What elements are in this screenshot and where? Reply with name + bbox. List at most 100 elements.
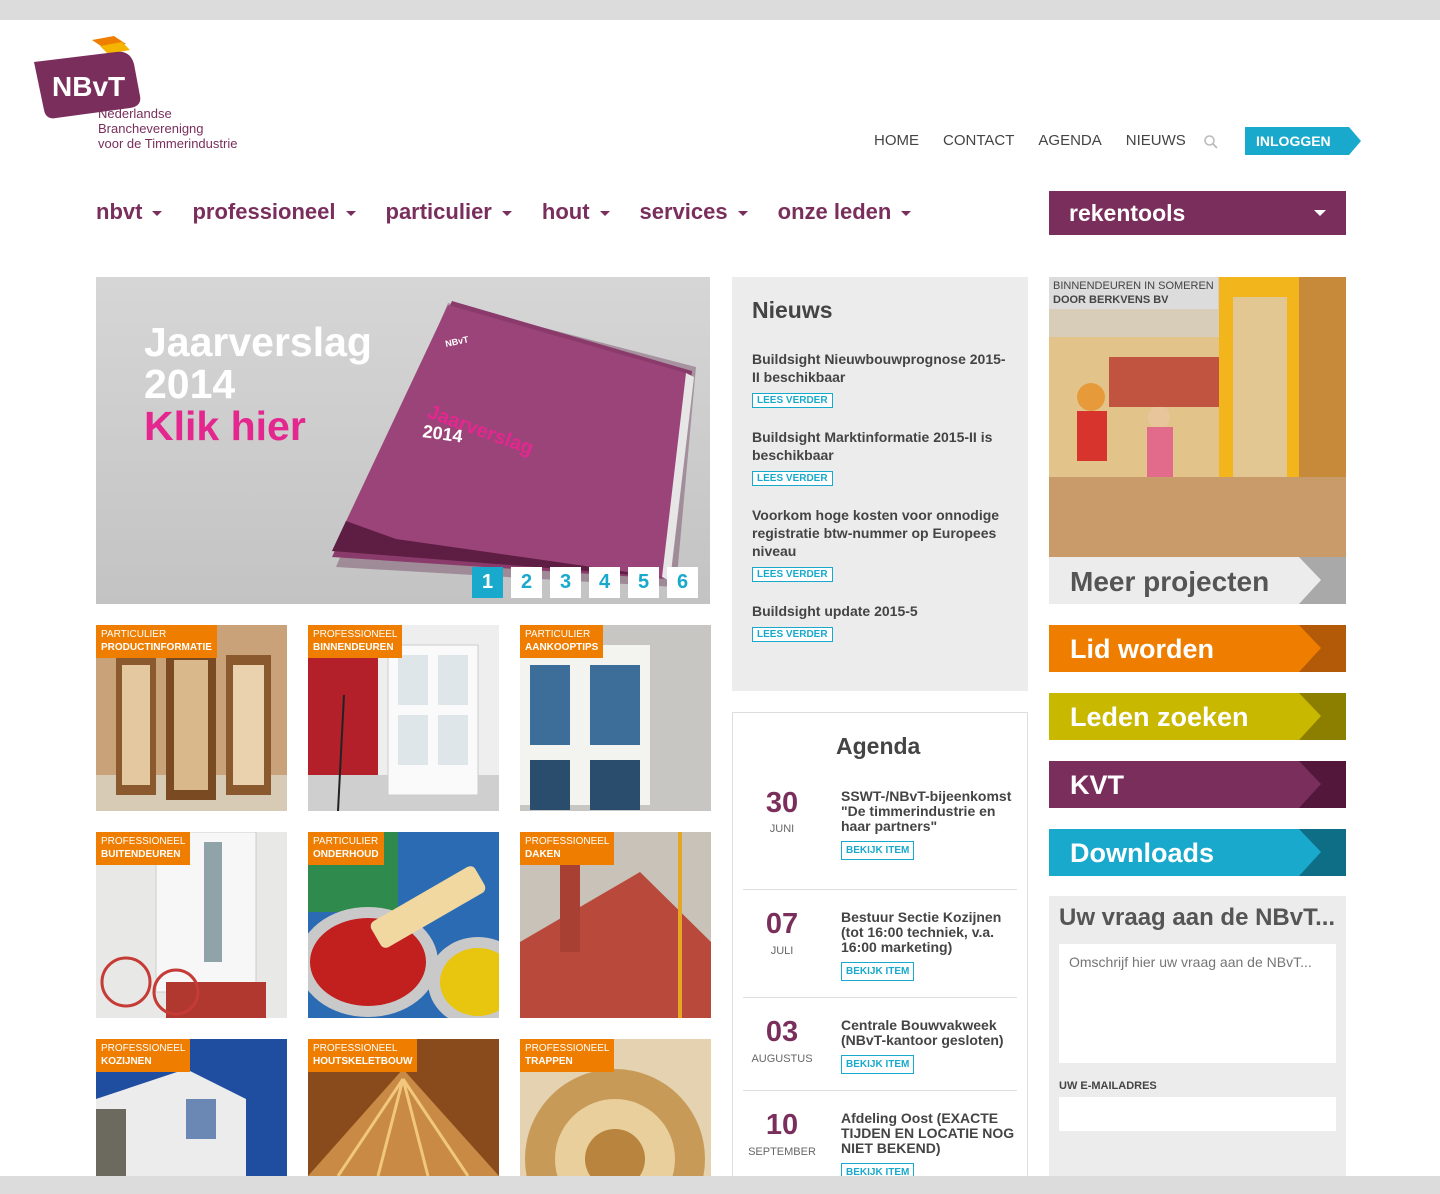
agenda-day: 03 [765, 1016, 799, 1048]
agenda-month: AUGUSTUS [751, 1053, 813, 1065]
kvt-label: KVT [1070, 770, 1124, 800]
question-heading: Uw vraag aan de NBvT... [1059, 904, 1336, 931]
tile-onderhoud[interactable]: PARTICULIER ONDERHOUD [308, 832, 499, 1018]
agenda-day: 10 [765, 1109, 799, 1141]
caret-down-icon [501, 211, 512, 216]
logo-tagline: Nederlandse Brancheverenigng voor de Tim… [98, 106, 237, 151]
slider-page-1[interactable]: 1 [472, 567, 503, 598]
agenda-item: 03 AUGUSTUS Centrale Bouwvakweek (NBvT-k… [743, 998, 1017, 1091]
tile-houtskeletbouw[interactable]: PROFESSIONEEL HOUTSKELETBOUW [308, 1039, 499, 1176]
email-field[interactable] [1059, 1097, 1336, 1131]
downloads-label: Downloads [1070, 838, 1215, 868]
tile-tag: PROFESSIONEEL KOZIJNEN [96, 1039, 191, 1072]
agenda-content: Centrale Bouwvakweek (NBvT-kantoor geslo… [841, 1018, 1021, 1074]
tile-buitendeuren[interactable]: PROFESSIONEEL BUITENDEUREN [96, 832, 287, 1018]
read-more-button[interactable]: LEES VERDER [752, 567, 833, 582]
tile-trappen[interactable]: PROFESSIONEEL TRAPPEN [520, 1039, 711, 1176]
tile-category: PARTICULIER [525, 629, 591, 640]
tile-binnendeuren[interactable]: PROFESSIONEEL BINNENDEUREN [308, 625, 499, 811]
agenda-title[interactable]: Centrale Bouwvakweek (NBvT-kantoor geslo… [841, 1018, 1021, 1048]
tile-category: PROFESSIONEEL [525, 836, 610, 847]
tile-title: HOUTSKELETBOUW [313, 1056, 413, 1067]
rekentools-dropdown[interactable]: rekentools [1049, 191, 1346, 235]
agenda-item: 30 JUNI SSWT-/NBvT-bijeenkomst "De timme… [743, 783, 1017, 890]
mainnav-hout[interactable]: hout [542, 199, 610, 225]
slider-page-2[interactable]: 2 [511, 567, 542, 598]
nav-nieuws[interactable]: NIEUWS [1126, 132, 1186, 149]
tile-category: PARTICULIER [313, 836, 379, 847]
tile-tag: PARTICULIER PRODUCTINFORMATIE [96, 625, 217, 658]
mainnav-label: particulier [385, 199, 492, 224]
mainnav-professioneel[interactable]: professioneel [192, 199, 356, 225]
read-more-button[interactable]: LEES VERDER [752, 471, 833, 486]
email-label: UW E-MAILADRES [1059, 1080, 1157, 1092]
nav-contact[interactable]: CONTACT [943, 132, 1014, 149]
more-projects-button[interactable]: Meer projecten [1049, 557, 1346, 604]
logo-line-1: Nederlandse [98, 106, 172, 121]
mainnav-onze-leden[interactable]: onze leden [778, 199, 912, 225]
tile-tag: PROFESSIONEEL TRAPPEN [520, 1039, 615, 1072]
view-item-button[interactable]: BEKIJK ITEM [841, 1055, 915, 1074]
agenda-title[interactable]: SSWT-/NBvT-bijeenkomst "De timmerindustr… [841, 789, 1021, 834]
tile-title: DAKEN [525, 849, 561, 860]
view-item-button[interactable]: BEKIJK ITEM [841, 841, 915, 860]
site-logo[interactable]: NBvT Nederlandse Brancheverenigng voor d… [30, 34, 260, 154]
agenda-day: 30 [765, 787, 799, 819]
news-title[interactable]: Voorkom hoge kosten voor onnodige regist… [752, 506, 1008, 560]
agenda-month: JULI [770, 945, 794, 957]
read-more-button[interactable]: LEES VERDER [752, 393, 833, 408]
slider-line-1: Jaarverslag [144, 319, 372, 365]
mainnav-nbvt[interactable]: nbvt [96, 199, 163, 225]
caret-down-icon [737, 211, 748, 216]
mainnav-services[interactable]: services [640, 199, 748, 225]
tile-aankooptips[interactable]: PARTICULIER AANKOOPTIPS [520, 625, 711, 811]
news-title[interactable]: Buildsight Nieuwbouwprognose 2015-II bes… [752, 350, 1008, 386]
tile-tag: PROFESSIONEEL HOUTSKELETBOUW [308, 1039, 418, 1072]
read-more-button[interactable]: LEES VERDER [752, 627, 833, 642]
tile-title: KOZIJNEN [101, 1056, 152, 1067]
downloads-button[interactable]: Downloads [1049, 829, 1346, 876]
project-highlight[interactable]: BINNENDEUREN IN SOMEREN DOOR BERKVENS BV [1049, 277, 1346, 604]
slider-page-4[interactable]: 4 [589, 567, 620, 598]
kvt-button[interactable]: KVT [1049, 761, 1346, 808]
search-icon[interactable] [1203, 134, 1219, 150]
tile-kozijnen[interactable]: PROFESSIONEEL KOZIJNEN [96, 1039, 287, 1176]
mainnav-particulier[interactable]: particulier [386, 199, 512, 225]
agenda-title[interactable]: Bestuur Sectie Kozijnen (tot 16:00 techn… [841, 910, 1021, 955]
hero-slider[interactable]: NBvT Jaarverslag 2014 Jaarverslag 2014 K… [96, 277, 710, 604]
agenda-title[interactable]: Afdeling Oost (EXACTE TIJDEN EN LOCATIE … [841, 1111, 1021, 1156]
slider-page-6[interactable]: 6 [667, 567, 698, 598]
tile-category: PROFESSIONEEL [313, 1043, 398, 1054]
tile-tag: PARTICULIER AANKOOPTIPS [520, 625, 604, 658]
caret-down-icon [152, 211, 163, 216]
view-item-button[interactable]: BEKIJK ITEM [841, 962, 915, 981]
leden-zoeken-label: Leden zoeken [1070, 702, 1249, 732]
login-label[interactable]: INLOGGEN [1256, 133, 1331, 149]
project-caption: BINNENDEUREN IN SOMEREN DOOR BERKVENS BV [1049, 277, 1218, 309]
news-heading: Nieuws [752, 297, 833, 323]
news-title[interactable]: Buildsight Marktinformatie 2015-II is be… [752, 428, 1008, 464]
slider-page-3[interactable]: 3 [550, 567, 581, 598]
news-title[interactable]: Buildsight update 2015-5 [752, 602, 1008, 620]
mainnav-label: onze leden [777, 199, 892, 224]
lid-worden-label: Lid worden [1070, 634, 1214, 664]
mainnav-label: professioneel [192, 199, 336, 224]
agenda-panel: Agenda 30 JUNI SSWT-/NBvT-bijeenkomst "D… [732, 712, 1028, 1182]
news-panel: Nieuws Buildsight Nieuwbouwprognose 2015… [732, 277, 1028, 691]
leden-zoeken-button[interactable]: Leden zoeken [1049, 693, 1346, 740]
nav-home[interactable]: HOME [874, 132, 919, 149]
lid-worden-button[interactable]: Lid worden [1049, 625, 1346, 672]
svg-text:NBvT: NBvT [52, 71, 125, 102]
tile-daken[interactable]: PROFESSIONEEL DAKEN [520, 832, 711, 1018]
question-form: Uw vraag aan de NBvT... UW E-MAILADRES [1049, 896, 1346, 1182]
project-caption-line-2: DOOR BERKVENS BV [1053, 294, 1169, 306]
question-textarea[interactable] [1059, 944, 1336, 1063]
bottom-border [0, 1176, 1440, 1194]
nav-agenda[interactable]: AGENDA [1038, 132, 1101, 149]
tile-title: BUITENDEUREN [101, 849, 181, 860]
tile-productinformatie[interactable]: PARTICULIER PRODUCTINFORMATIE [96, 625, 287, 811]
caret-down-icon [345, 211, 356, 216]
rekentools-label: rekentools [1069, 200, 1186, 226]
slider-page-5[interactable]: 5 [628, 567, 659, 598]
slider-cta[interactable]: Klik hier [144, 405, 306, 447]
